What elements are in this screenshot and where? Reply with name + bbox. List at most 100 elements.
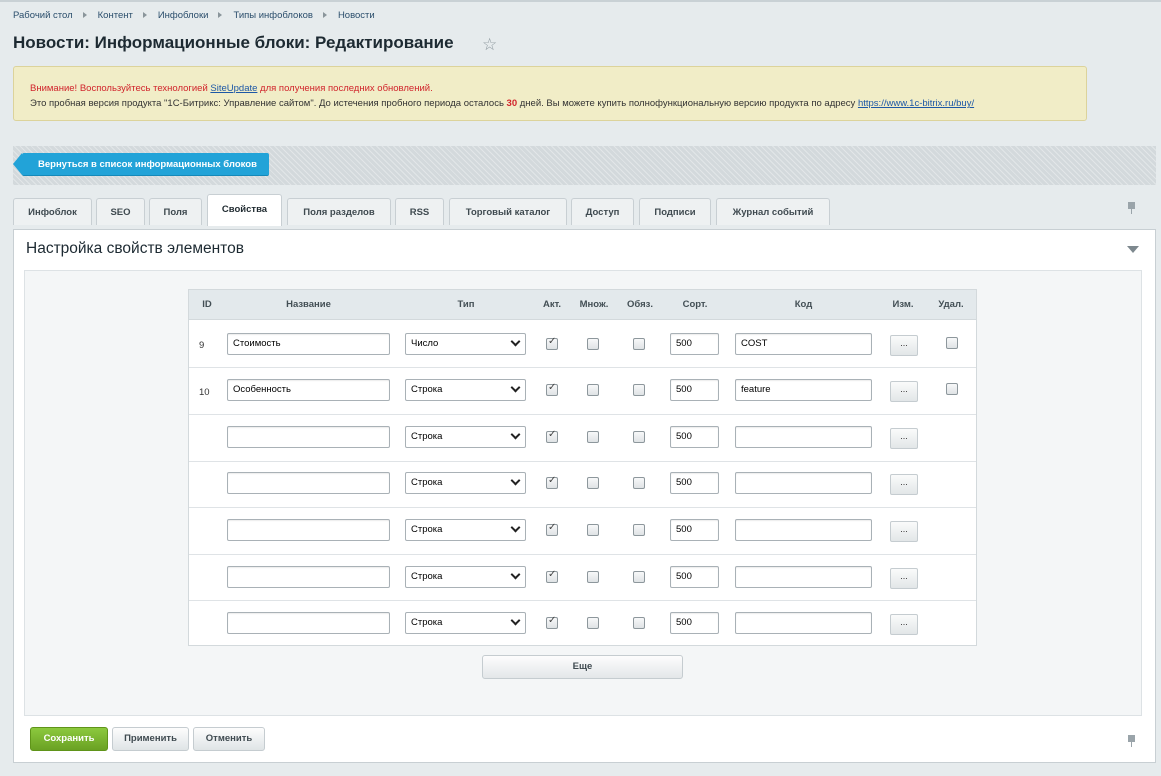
property-name-input[interactable] bbox=[227, 519, 390, 541]
tab-fields[interactable]: Поля bbox=[149, 198, 202, 225]
buy-link[interactable]: https://www.1c-bitrix.ru/buy/ bbox=[858, 98, 974, 109]
warning-text: Внимание! Воспользуйтесь технологией bbox=[30, 83, 211, 94]
edit-button[interactable]: ... bbox=[890, 381, 918, 402]
property-name-input[interactable] bbox=[227, 472, 390, 494]
multiple-checkbox[interactable] bbox=[587, 338, 599, 350]
property-name-input[interactable] bbox=[227, 566, 390, 588]
property-type-select[interactable]: Строка bbox=[405, 472, 526, 494]
siteupdate-link[interactable]: SiteUpdate bbox=[210, 83, 257, 94]
tab-trade-catalog[interactable]: Торговый каталог bbox=[449, 198, 567, 225]
edit-button[interactable]: ... bbox=[890, 474, 918, 495]
selected-type: Строка bbox=[411, 384, 443, 395]
more-rows-button[interactable]: Еще bbox=[482, 655, 683, 679]
edit-button[interactable]: ... bbox=[890, 428, 918, 449]
active-checkbox[interactable] bbox=[546, 429, 558, 443]
breadcrumb-item-news[interactable]: Новости bbox=[338, 10, 375, 21]
code-input[interactable]: feature bbox=[735, 379, 872, 401]
required-checkbox[interactable] bbox=[633, 477, 645, 489]
tab-rss[interactable]: RSS bbox=[395, 198, 444, 225]
required-checkbox[interactable] bbox=[633, 384, 645, 396]
code-input[interactable] bbox=[735, 426, 872, 448]
property-type-select[interactable]: Строка bbox=[405, 612, 526, 634]
multiple-checkbox[interactable] bbox=[587, 617, 599, 629]
favorite-star-icon[interactable]: ☆ bbox=[482, 35, 497, 55]
sort-input[interactable]: 500 bbox=[670, 519, 719, 541]
tab-event-log[interactable]: Журнал событий bbox=[716, 198, 830, 225]
delete-checkbox[interactable] bbox=[946, 383, 958, 395]
collapse-arrow-icon[interactable] bbox=[1127, 246, 1139, 253]
code-input[interactable] bbox=[735, 519, 872, 541]
sort-input[interactable]: 500 bbox=[670, 333, 719, 355]
breadcrumb-item-content[interactable]: Контент bbox=[98, 10, 133, 21]
property-type-select[interactable]: Число bbox=[405, 333, 526, 355]
edit-button[interactable]: ... bbox=[890, 568, 918, 589]
tab-iblock[interactable]: Инфоблок bbox=[13, 198, 92, 225]
multiple-checkbox[interactable] bbox=[587, 431, 599, 443]
property-name-input[interactable]: Особенность bbox=[227, 379, 390, 401]
tab-properties[interactable]: Свойства bbox=[207, 194, 282, 226]
active-checkbox[interactable] bbox=[546, 522, 558, 536]
sort-input[interactable]: 500 bbox=[670, 566, 719, 588]
chevron-down-icon bbox=[510, 569, 521, 580]
active-checkbox[interactable] bbox=[546, 475, 558, 489]
row-id: 9 bbox=[199, 340, 205, 351]
delete-checkbox[interactable] bbox=[946, 337, 958, 349]
breadcrumb-arrow-icon bbox=[218, 12, 223, 18]
breadcrumb-arrow-icon bbox=[142, 12, 147, 18]
active-checkbox[interactable] bbox=[546, 615, 558, 629]
required-checkbox[interactable] bbox=[633, 617, 645, 629]
edit-button[interactable]: ... bbox=[890, 335, 918, 356]
page-title: Новости: Информационные блоки: Редактиро… bbox=[13, 33, 454, 52]
property-type-select[interactable]: Строка bbox=[405, 379, 526, 401]
header-required: Обяз. bbox=[626, 299, 654, 310]
breadcrumb-item-iblock-types[interactable]: Типы инфоблоков bbox=[233, 10, 313, 21]
code-input[interactable] bbox=[735, 566, 872, 588]
required-checkbox[interactable] bbox=[633, 524, 645, 536]
sort-input[interactable]: 500 bbox=[670, 612, 719, 634]
breadcrumb-item-desktop[interactable]: Рабочий стол bbox=[13, 10, 73, 21]
multiple-checkbox[interactable] bbox=[587, 524, 599, 536]
pin-icon[interactable] bbox=[1128, 202, 1135, 214]
active-checkbox[interactable] bbox=[546, 336, 558, 350]
tab-section-fields[interactable]: Поля разделов bbox=[287, 198, 391, 225]
property-type-select[interactable]: Строка bbox=[405, 426, 526, 448]
active-checkbox[interactable] bbox=[546, 569, 558, 583]
property-name-input[interactable] bbox=[227, 426, 390, 448]
table-row: Строка 500 ... bbox=[189, 461, 976, 508]
sort-input[interactable]: 500 bbox=[670, 379, 719, 401]
selected-type: Строка bbox=[411, 571, 443, 582]
code-input[interactable] bbox=[735, 612, 872, 634]
warning-line-2: Это пробная версия продукта "1С-Битрикс:… bbox=[30, 96, 1086, 111]
breadcrumb-item-iblocks[interactable]: Инфоблоки bbox=[158, 10, 209, 21]
back-to-list-button[interactable]: Вернуться в список информационных блоков bbox=[13, 153, 269, 176]
active-checkbox[interactable] bbox=[546, 382, 558, 396]
sort-input[interactable]: 500 bbox=[670, 426, 719, 448]
code-input[interactable] bbox=[735, 472, 872, 494]
table-row: Строка 500 ... bbox=[189, 508, 976, 555]
property-name-input[interactable] bbox=[227, 612, 390, 634]
multiple-checkbox[interactable] bbox=[587, 571, 599, 583]
warning-line-1: Внимание! Воспользуйтесь технологией Sit… bbox=[30, 81, 1086, 96]
required-checkbox[interactable] bbox=[633, 431, 645, 443]
tab-access[interactable]: Доступ bbox=[571, 198, 634, 225]
sort-input[interactable]: 500 bbox=[670, 472, 719, 494]
header-edit: Изм. bbox=[892, 299, 914, 310]
selected-type: Число bbox=[411, 338, 439, 349]
property-type-select[interactable]: Строка bbox=[405, 519, 526, 541]
required-checkbox[interactable] bbox=[633, 571, 645, 583]
property-name-input[interactable]: Стоимость bbox=[227, 333, 390, 355]
tab-seo[interactable]: SEO bbox=[96, 198, 145, 225]
tab-captions[interactable]: Подписи bbox=[639, 198, 711, 225]
property-type-select[interactable]: Строка bbox=[405, 566, 526, 588]
edit-button[interactable]: ... bbox=[890, 521, 918, 542]
required-checkbox[interactable] bbox=[633, 338, 645, 350]
warning-text: Это пробная версия продукта "1С-Битрикс:… bbox=[30, 98, 507, 109]
save-button[interactable]: Сохранить bbox=[30, 727, 108, 751]
cancel-button[interactable]: Отменить bbox=[193, 727, 265, 751]
pin-icon[interactable] bbox=[1128, 735, 1135, 747]
code-input[interactable]: COST bbox=[735, 333, 872, 355]
multiple-checkbox[interactable] bbox=[587, 477, 599, 489]
multiple-checkbox[interactable] bbox=[587, 384, 599, 396]
apply-button[interactable]: Применить bbox=[112, 727, 189, 751]
edit-button[interactable]: ... bbox=[890, 614, 918, 635]
